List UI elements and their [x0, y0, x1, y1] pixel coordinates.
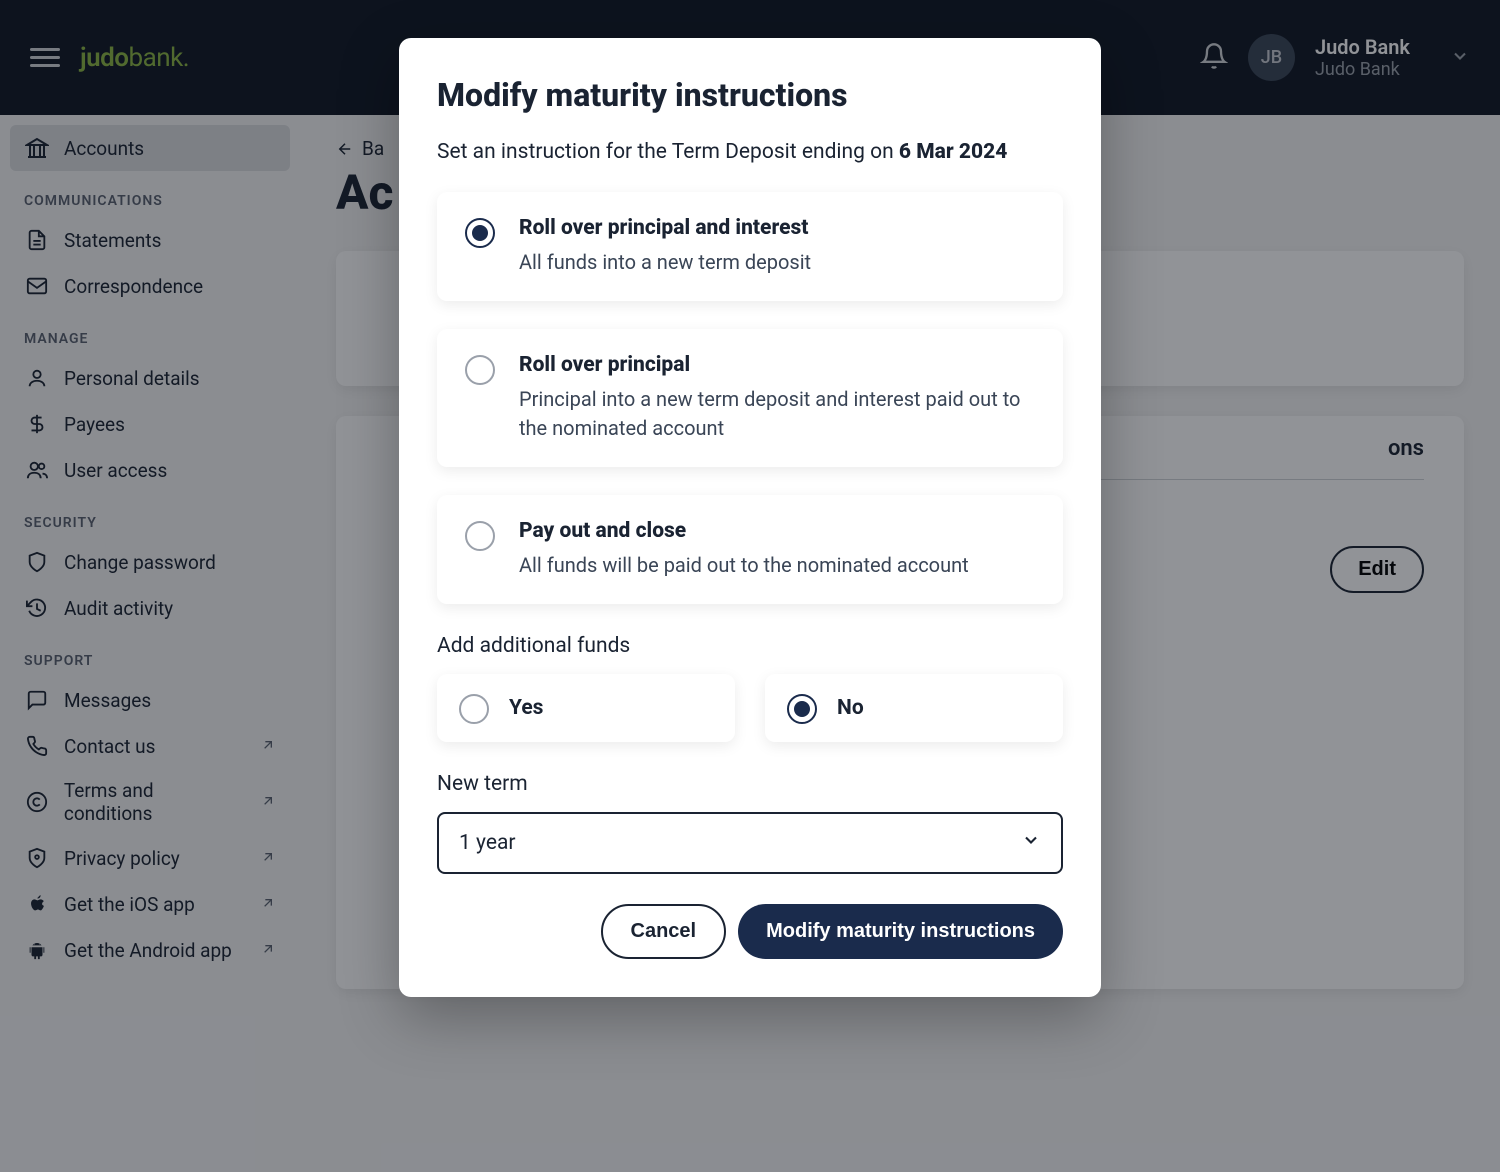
- radio-icon: [459, 694, 489, 724]
- instruction-date: 6 Mar 2024: [899, 140, 1007, 164]
- option-desc: All funds into a new term deposit: [519, 248, 811, 277]
- modal-overlay[interactable]: Modify maturity instructions Set an inst…: [0, 0, 1500, 1172]
- option-desc: All funds will be paid out to the nomina…: [519, 551, 969, 580]
- instruction-text: Set an instruction for the Term Deposit …: [437, 140, 899, 164]
- add-funds-label: Add additional funds: [437, 634, 1063, 658]
- modal-instruction: Set an instruction for the Term Deposit …: [437, 140, 1063, 164]
- option-title: Roll over principal and interest: [519, 216, 811, 240]
- option-payout-close[interactable]: Pay out and close All funds will be paid…: [437, 495, 1063, 604]
- radio-icon: [787, 694, 817, 724]
- new-term-select[interactable]: 1 year: [437, 812, 1063, 874]
- modify-maturity-modal: Modify maturity instructions Set an inst…: [399, 38, 1101, 997]
- yes-label: Yes: [509, 696, 543, 720]
- new-term-label: New term: [437, 772, 1063, 796]
- option-rollover-principal-interest[interactable]: Roll over principal and interest All fun…: [437, 192, 1063, 301]
- chevron-down-icon: [1021, 830, 1041, 856]
- cancel-button[interactable]: Cancel: [601, 904, 727, 959]
- add-funds-yes[interactable]: Yes: [437, 674, 735, 742]
- option-rollover-principal[interactable]: Roll over principal Principal into a new…: [437, 329, 1063, 467]
- option-desc: Principal into a new term deposit and in…: [519, 385, 1035, 443]
- modal-title: Modify maturity instructions: [437, 76, 1063, 114]
- option-title: Pay out and close: [519, 519, 969, 543]
- radio-icon: [465, 355, 495, 385]
- radio-icon: [465, 521, 495, 551]
- select-value: 1 year: [459, 831, 516, 855]
- add-funds-no[interactable]: No: [765, 674, 1063, 742]
- no-label: No: [837, 696, 864, 720]
- radio-icon: [465, 218, 495, 248]
- confirm-button[interactable]: Modify maturity instructions: [738, 904, 1063, 959]
- option-title: Roll over principal: [519, 353, 1035, 377]
